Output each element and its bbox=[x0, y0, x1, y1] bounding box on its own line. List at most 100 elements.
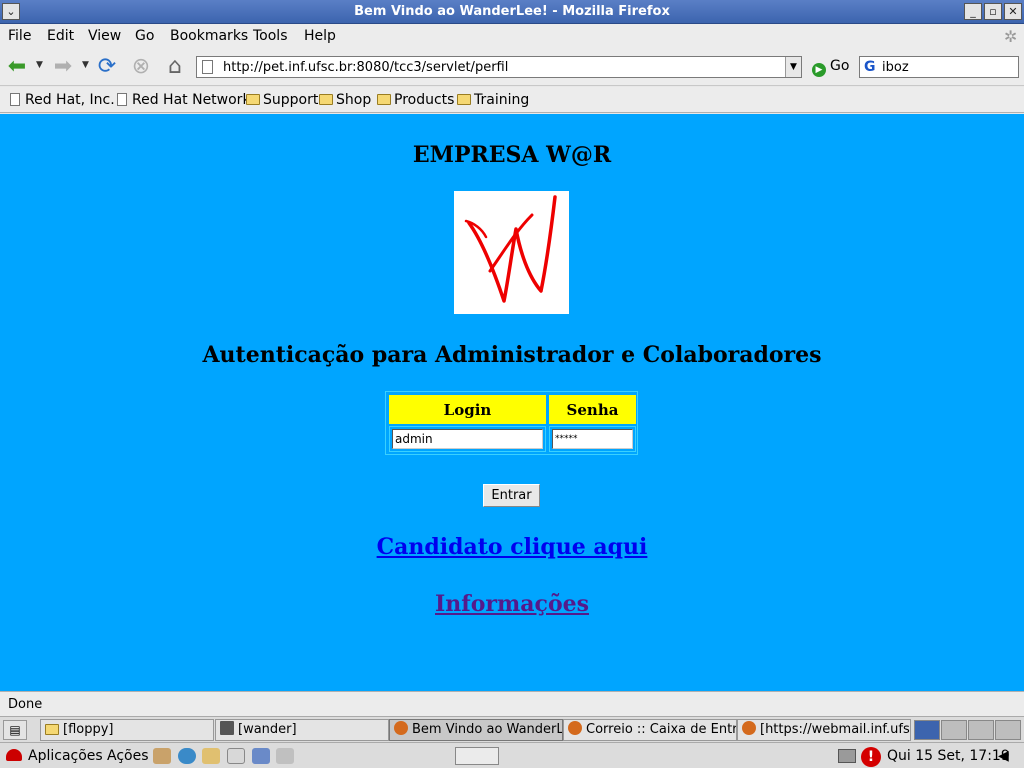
window-titlebar: ⌄ Bem Vindo ao WanderLee! - Mozilla Fire… bbox=[0, 0, 1024, 24]
go-button[interactable]: ▶ Go bbox=[812, 58, 849, 77]
submit-button[interactable]: Entrar bbox=[483, 484, 540, 507]
alert-icon[interactable]: ! bbox=[861, 747, 881, 767]
editor-launcher-icon[interactable] bbox=[227, 748, 245, 764]
menu-view[interactable]: View bbox=[88, 28, 121, 44]
back-icon[interactable]: ⬅ bbox=[4, 54, 30, 80]
folder-icon bbox=[377, 94, 391, 105]
status-bar: Done bbox=[0, 691, 1024, 716]
bookmark-label: Training bbox=[474, 92, 530, 108]
menu-help[interactable]: Help bbox=[304, 28, 336, 44]
candidate-link-text[interactable]: Candidato clique aqui bbox=[377, 534, 648, 560]
url-text[interactable]: http://pet.inf.ufsc.br:8080/tcc3/servlet… bbox=[223, 60, 508, 75]
calc-launcher-icon[interactable] bbox=[252, 748, 270, 764]
senha-cell: ***** bbox=[549, 426, 636, 452]
login-input[interactable]: admin bbox=[392, 429, 543, 449]
folder-icon bbox=[246, 94, 260, 105]
workspace-3[interactable] bbox=[968, 720, 994, 740]
firefox-icon bbox=[742, 721, 756, 735]
close-button[interactable]: ✕ bbox=[1004, 3, 1022, 20]
bookmarks-toolbar: Red Hat, Inc. Red Hat Network Support Sh… bbox=[0, 87, 1024, 113]
workspace-2[interactable] bbox=[941, 720, 967, 740]
bookmark-folder-shop[interactable]: Shop bbox=[319, 92, 371, 108]
folder-icon bbox=[457, 94, 471, 105]
bookmark-label: Support bbox=[263, 92, 319, 108]
login-cell: admin bbox=[389, 426, 546, 452]
folder-icon bbox=[319, 94, 333, 105]
info-link-text[interactable]: Informações bbox=[435, 591, 589, 617]
menu-bar: File Edit View Go Bookmarks Tools Help ✲ bbox=[0, 24, 1024, 48]
bookmark-label: Shop bbox=[336, 92, 372, 108]
email-launcher-icon[interactable] bbox=[153, 748, 171, 764]
bookmark-label: Red Hat Network bbox=[132, 92, 251, 108]
password-input[interactable]: ***** bbox=[552, 429, 633, 449]
bottom-panel: Aplicações Ações ! Qui 15 Set, 17:19 ◀ bbox=[0, 742, 1024, 768]
menu-file[interactable]: File bbox=[8, 28, 31, 44]
minimize-button[interactable]: _ bbox=[964, 3, 982, 20]
task-label: [https://webmail.inf.ufsc.br bbox=[760, 722, 910, 737]
forward-icon[interactable]: ➡ bbox=[50, 54, 76, 80]
bookmark-label: Red Hat, Inc. bbox=[25, 92, 115, 108]
forward-dropdown-icon[interactable]: ▼ bbox=[82, 60, 89, 70]
bookmark-page-icon bbox=[10, 93, 20, 106]
home-icon[interactable]: ⌂ bbox=[162, 54, 188, 80]
print-launcher-icon[interactable] bbox=[276, 748, 294, 764]
company-title: EMPRESA W@R bbox=[412, 142, 612, 168]
printer-icon[interactable] bbox=[838, 749, 856, 763]
writer-launcher-icon[interactable] bbox=[202, 748, 220, 764]
task-wander[interactable]: [wander] bbox=[215, 719, 389, 741]
navigation-toolbar: ⬅ ▼ ➡ ▼ ⟳ ⊗ ⌂ http://pet.inf.ufsc.br:808… bbox=[0, 48, 1024, 86]
folder-icon bbox=[45, 724, 59, 735]
notification-area[interactable] bbox=[455, 747, 499, 765]
workspace-1[interactable] bbox=[914, 720, 940, 740]
redhat-icon bbox=[6, 749, 22, 761]
url-bar[interactable]: http://pet.inf.ufsc.br:8080/tcc3/servlet… bbox=[196, 56, 802, 78]
task-label: [wander] bbox=[238, 722, 297, 737]
throbber-icon: ✲ bbox=[1004, 27, 1018, 46]
url-dropdown-icon[interactable]: ▼ bbox=[785, 57, 801, 77]
candidate-link: Candidato clique aqui bbox=[0, 534, 1024, 560]
volume-icon[interactable]: ◀ bbox=[998, 748, 1009, 764]
bookmark-red-hat-inc[interactable]: Red Hat, Inc. bbox=[10, 92, 115, 108]
auth-title: Autenticação para Administrador e Colabo… bbox=[202, 342, 822, 368]
reload-icon[interactable]: ⟳ bbox=[94, 54, 120, 80]
bookmark-red-hat-network[interactable]: Red Hat Network bbox=[117, 92, 251, 108]
task-firefox-webmail[interactable]: [https://webmail.inf.ufsc.br bbox=[737, 719, 911, 741]
task-label: [floppy] bbox=[63, 722, 114, 737]
task-firefox-correio[interactable]: Correio :: Caixa de Entrada bbox=[563, 719, 737, 741]
page-icon bbox=[202, 60, 213, 74]
terminal-icon bbox=[220, 721, 234, 735]
go-label: Go bbox=[830, 58, 850, 74]
w-logo-icon bbox=[464, 195, 557, 303]
bookmark-folder-training[interactable]: Training bbox=[457, 92, 529, 108]
task-firefox-wanderlee[interactable]: Bem Vindo ao WanderLee bbox=[389, 719, 563, 741]
search-text[interactable]: iboz bbox=[882, 60, 909, 75]
actions-menu[interactable]: Ações bbox=[107, 748, 149, 764]
show-desktop-button[interactable]: ▤ bbox=[3, 720, 27, 740]
bookmark-folder-products[interactable]: Products bbox=[377, 92, 454, 108]
search-bar[interactable]: G iboz bbox=[859, 56, 1019, 78]
login-header: Login bbox=[389, 395, 546, 424]
go-icon: ▶ bbox=[812, 63, 826, 77]
applications-menu[interactable]: Aplicações bbox=[6, 748, 103, 764]
menu-bookmarks[interactable]: Bookmarks bbox=[170, 28, 248, 44]
task-label: Bem Vindo ao WanderLee bbox=[412, 722, 563, 737]
maximize-button[interactable]: ▫ bbox=[984, 3, 1002, 20]
stop-icon[interactable]: ⊗ bbox=[128, 54, 154, 80]
back-dropdown-icon[interactable]: ▼ bbox=[36, 60, 43, 70]
clock[interactable]: Qui 15 Set, 17:19 bbox=[887, 748, 1010, 764]
menu-go[interactable]: Go bbox=[135, 28, 154, 44]
menu-tools[interactable]: Tools bbox=[253, 28, 288, 44]
workspace-4[interactable] bbox=[995, 720, 1021, 740]
google-search-icon[interactable]: G bbox=[864, 59, 876, 75]
info-link: Informações bbox=[0, 591, 1024, 617]
task-label: Correio :: Caixa de Entrada bbox=[586, 722, 737, 737]
login-table: Login Senha admin ***** bbox=[385, 391, 638, 455]
menu-edit[interactable]: Edit bbox=[47, 28, 74, 44]
bookmark-folder-support[interactable]: Support bbox=[246, 92, 318, 108]
company-logo bbox=[454, 191, 569, 314]
task-floppy[interactable]: [floppy] bbox=[40, 719, 214, 741]
browser-launcher-icon[interactable] bbox=[178, 748, 196, 764]
window-title: Bem Vindo ao WanderLee! - Mozilla Firefo… bbox=[354, 4, 670, 19]
firefox-icon bbox=[394, 721, 408, 735]
taskbar: ▤ [floppy] [wander] Bem Vindo ao WanderL… bbox=[0, 716, 1024, 742]
